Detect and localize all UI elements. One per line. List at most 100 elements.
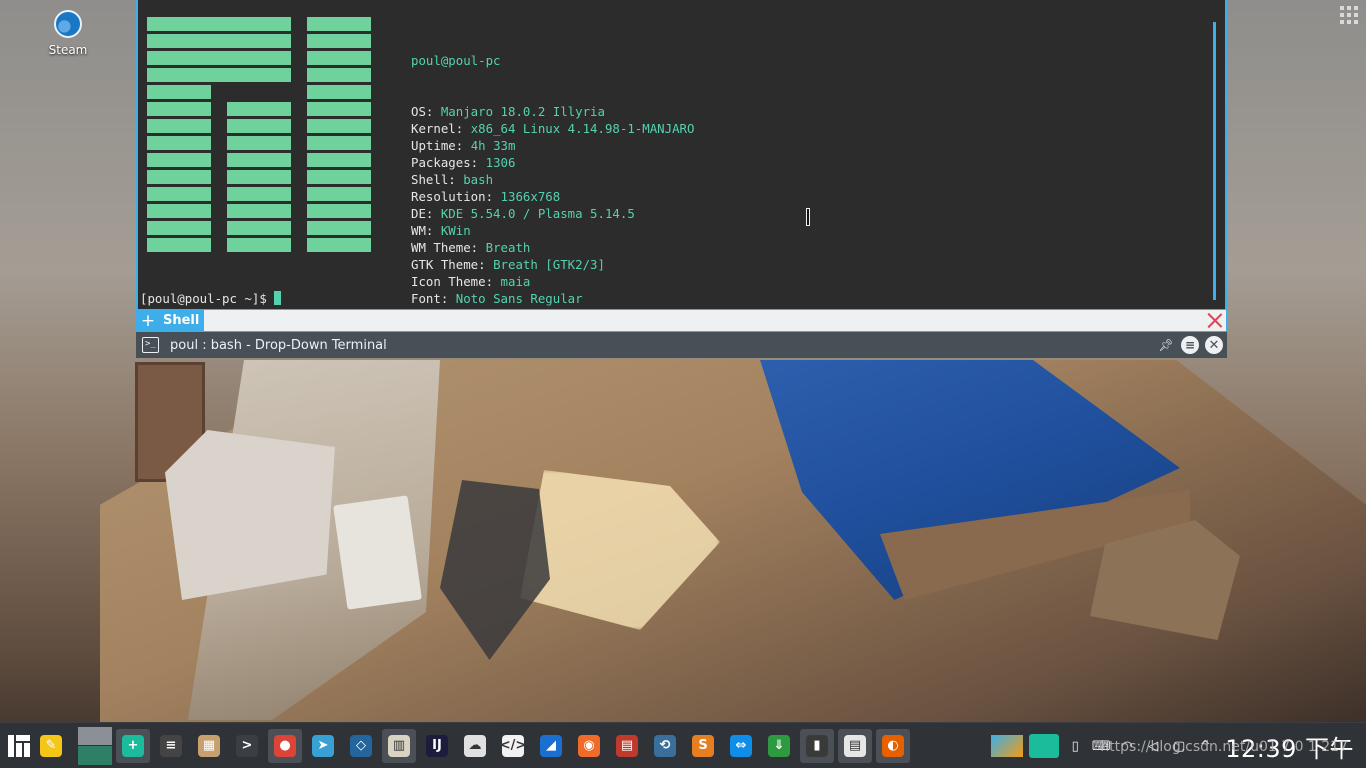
download-icon: ⇓ (768, 734, 790, 757)
taskbar-item[interactable]: ⇔ (724, 729, 758, 763)
taskbar-item[interactable]: ◐ (876, 728, 910, 763)
firefox-icon: ◐ (882, 734, 904, 757)
clipboard-icon[interactable]: ▢ (1169, 736, 1189, 756)
tab-shell[interactable]: + Shell (137, 310, 204, 331)
logo-block (307, 153, 371, 167)
terminal-scrollbar[interactable] (1213, 22, 1216, 300)
fetch-line: Kernel: x86_64 Linux 4.14.98-1-MANJARO (411, 120, 851, 137)
taskbar-item[interactable]: ▦ (192, 729, 226, 763)
gimp-icon: ▮ (806, 734, 828, 757)
fetch-line: DE: KDE 5.54.0 / Plasma 5.14.5 (411, 205, 851, 222)
logo-block (227, 204, 291, 218)
terminal-view[interactable]: poul@poul-pc OS: Manjaro 18.0.2 Illyria K… (136, 0, 1227, 309)
text-editor-icon: ▤ (844, 734, 866, 757)
taskbar: ✎ + ≡ ▦ > ● ➤ ◇ ▥ IJ ☁ </> ◢ ◉ ▤ ⟲ S ⇔ ⇓ ▮ ▤ ◐ ▯ ⌨ ◠ ◁ ▢ ^ 1… (0, 722, 1366, 768)
logo-block (307, 119, 371, 133)
taskbar-item[interactable]: ▮ (800, 728, 834, 763)
logo-block (227, 136, 291, 150)
desktop-toolbox-icon[interactable] (1338, 4, 1358, 24)
taskbar-item[interactable]: ▥ (382, 728, 416, 763)
text-cursor (274, 291, 282, 305)
wifi-icon[interactable]: ◠ (1117, 736, 1137, 756)
logo-block (147, 119, 211, 133)
menu-icon[interactable]: ≡ (1181, 336, 1199, 354)
code-editor-icon: </> (500, 734, 526, 757)
taskbar-item[interactable]: ● (268, 728, 302, 763)
fetch-value: Noto Sans Regular (455, 291, 583, 306)
taskbar-item[interactable]: ◇ (344, 729, 378, 763)
fetch-key: Icon Theme: (411, 274, 501, 289)
trash-icon[interactable] (1029, 734, 1060, 758)
screenfetch-output: poul@poul-pc OS: Manjaro 18.0.2 Illyria K… (411, 18, 851, 309)
taskbar-item[interactable]: > (230, 729, 264, 763)
taskbar-item[interactable]: + (116, 728, 150, 763)
dropdown-terminal-window: poul@poul-pc OS: Manjaro 18.0.2 Illyria K… (136, 0, 1227, 358)
taskbar-item[interactable]: ➤ (306, 729, 340, 763)
taskbar-item[interactable]: ◉ (572, 729, 606, 763)
fetch-value: 4h 33m (470, 138, 516, 153)
fetch-value: KWin (440, 223, 471, 238)
logo-block (307, 51, 371, 65)
logo-block (307, 221, 371, 235)
usb-device-icon[interactable]: ▯ (1065, 736, 1085, 756)
book-reader-icon: ▥ (388, 734, 410, 757)
logo-block (147, 17, 291, 31)
logo-block (227, 221, 291, 235)
logo-block (307, 238, 371, 252)
volume-icon[interactable]: ◁ (1143, 736, 1163, 756)
fetch-key: DE: (411, 206, 441, 221)
taskbar-item[interactable]: IJ (420, 729, 454, 763)
digital-clock[interactable]: 12:39 下午 (1225, 729, 1354, 764)
desktop-icon-steam[interactable]: Steam (40, 8, 96, 57)
taskbar-item[interactable]: </> (496, 729, 530, 763)
desktop-1[interactable] (78, 726, 112, 745)
fetch-value: 1366x768 (500, 189, 561, 204)
logo-block (307, 204, 371, 218)
wechat-icon: ☁ (464, 734, 486, 757)
application-launcher-icon[interactable] (8, 734, 30, 757)
taskbar-item[interactable]: ≡ (154, 729, 188, 763)
new-tab-icon[interactable]: + (137, 311, 159, 331)
dbeaver-icon: ⟲ (654, 734, 676, 757)
fetch-value: maia (500, 274, 531, 289)
fetch-value: bash (463, 172, 494, 187)
wallpaper-monitor (165, 430, 335, 600)
taskbar-item[interactable]: ⇓ (762, 729, 796, 763)
color-picker-icon[interactable] (991, 735, 1024, 757)
fetch-line: Icon Theme: maia (411, 273, 851, 290)
taskbar-item[interactable]: ✎ (34, 729, 68, 763)
logo-block (227, 170, 291, 184)
logo-block (147, 51, 291, 65)
sticky-notes-icon: ✎ (40, 734, 62, 757)
shell-prompt[interactable]: [poul@poul-pc ~]$ (140, 290, 282, 307)
close-tab-icon[interactable] (1205, 311, 1224, 330)
logo-block (227, 187, 291, 201)
desktop-2[interactable] (78, 746, 112, 765)
fetch-key: Font: (411, 291, 456, 306)
logo-block (227, 119, 291, 133)
logo-block (147, 153, 211, 167)
close-window-icon[interactable]: ✕ (1205, 336, 1223, 354)
expand-tray-icon[interactable]: ^ (1195, 736, 1215, 756)
ibeam-cursor-icon (804, 208, 812, 226)
logo-block (147, 204, 211, 218)
fetch-value: Breath (485, 240, 531, 255)
taskbar-item[interactable]: ◢ (534, 729, 568, 763)
fetch-line: Font: Noto Sans Regular (411, 290, 851, 307)
taskbar-item[interactable]: ☁ (458, 729, 492, 763)
compass-icon: ◉ (578, 734, 600, 757)
taskbar-item[interactable]: ▤ (610, 729, 644, 763)
logo-block (307, 34, 371, 48)
taskbar-item[interactable]: ▤ (838, 728, 872, 763)
keyboard-icon[interactable]: ⌨ (1091, 736, 1111, 756)
manjaro-logo (147, 17, 373, 257)
logo-block (147, 102, 211, 116)
pin-icon[interactable]: 📌︎ (1157, 336, 1175, 354)
fetch-line: OS: Manjaro 18.0.2 Illyria (411, 103, 851, 120)
teamviewer-icon: ⇔ (730, 734, 752, 757)
taskbar-item[interactable]: ⟲ (648, 729, 682, 763)
system-monitor-icon: ≡ (160, 734, 182, 757)
fetch-key: Resolution: (411, 189, 501, 204)
virtual-desktop-pager[interactable] (78, 726, 112, 765)
taskbar-item[interactable]: S (686, 729, 720, 763)
